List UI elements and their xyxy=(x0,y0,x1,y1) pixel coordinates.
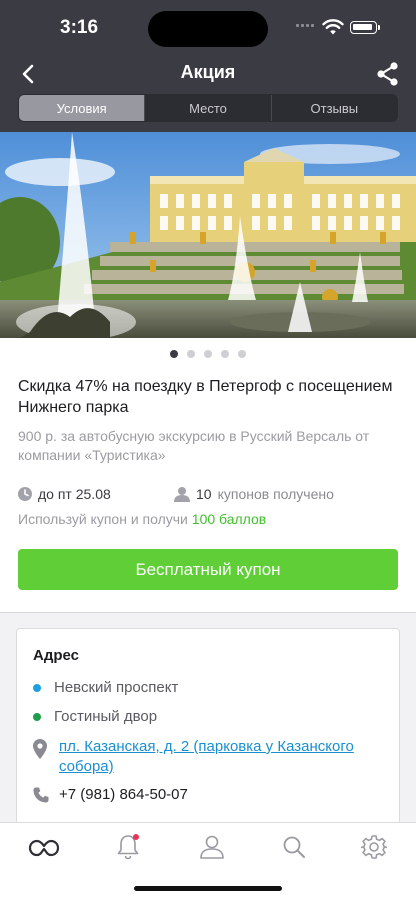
battery-tip xyxy=(378,25,380,30)
bonus-info: Используй купон и получи 100 баллов xyxy=(18,511,266,527)
screen: 3:16 Акция Условия Место Отзывы Скидка 4… xyxy=(0,0,416,900)
search-icon xyxy=(283,836,305,858)
offer-date-text: до пт 25.08 xyxy=(38,486,111,502)
offer-card: Скидка 47% на поездку в Петергоф с посещ… xyxy=(0,338,416,613)
share-icon xyxy=(377,62,398,86)
page-title: Акция xyxy=(180,62,236,82)
page-dot-4[interactable] xyxy=(221,350,229,358)
tab-conditions[interactable]: Условия xyxy=(19,95,145,121)
gallery-pagination xyxy=(0,350,416,358)
metro-station-1: Невский проспект xyxy=(33,679,178,696)
coupons-text: купонов получено xyxy=(217,486,334,502)
phone-icon xyxy=(33,787,49,802)
coupons-received: 10 купонов получено xyxy=(174,486,334,502)
tab-notifications[interactable] xyxy=(112,833,144,861)
address-title: Адрес xyxy=(33,647,80,664)
peterhof-photo xyxy=(0,132,416,338)
bonus-prefix: Используй купон и получи xyxy=(18,511,188,527)
status-time: 3:16 xyxy=(60,17,99,38)
phone-number: +7 (981) 864-50-07 xyxy=(59,786,188,803)
free-coupon-button[interactable]: Бесплатный купон xyxy=(18,549,398,590)
bonus-value: 100 баллов xyxy=(191,511,267,527)
map-pin-icon xyxy=(33,739,47,759)
battery-icon xyxy=(350,21,377,34)
tab-search[interactable] xyxy=(278,833,310,861)
tab-reviews[interactable]: Отзывы xyxy=(270,95,397,121)
offer-date: до пт 25.08 xyxy=(18,486,111,502)
phone-row[interactable]: +7 (981) 864-50-07 xyxy=(33,786,188,803)
address-card: Адрес Невский проспект Гостиный двор пл.… xyxy=(16,628,400,838)
tab-settings[interactable] xyxy=(358,833,390,861)
page-dot-5[interactable] xyxy=(238,350,246,358)
offer-title: Скидка 47% на поездку в Петергоф с посещ… xyxy=(18,378,393,416)
coupons-count: 10 xyxy=(196,486,212,502)
person-icon xyxy=(174,487,190,502)
metro-station-name: Невский проспект xyxy=(54,679,179,696)
metro-station-2: Гостиный двор xyxy=(33,708,157,725)
dynamic-island xyxy=(148,11,268,47)
gear-icon xyxy=(361,835,387,859)
page-dot-3[interactable] xyxy=(204,350,212,358)
address-link[interactable]: пл. Казанская, д. 2 (парковка у Казанско… xyxy=(59,737,389,777)
notification-badge xyxy=(133,834,139,840)
page-dot-1[interactable] xyxy=(170,350,178,358)
profile-icon xyxy=(200,835,224,859)
home-indicator xyxy=(134,886,282,891)
signal-icon xyxy=(296,24,314,27)
offer-subtitle: 900 р. за автобусную экскурсию в Русский… xyxy=(18,428,370,463)
logo-icon xyxy=(28,839,60,857)
tab-place[interactable]: Место xyxy=(144,95,270,121)
metro-line-dot xyxy=(33,683,41,692)
segmented-tabs: Условия Место Отзывы xyxy=(18,94,398,122)
share-button[interactable] xyxy=(374,60,402,88)
metro-line-dot xyxy=(33,712,41,721)
wifi-icon xyxy=(322,19,344,35)
tab-profile[interactable] xyxy=(196,833,228,861)
metro-station-name: Гостиный двор xyxy=(54,708,158,725)
hero-image[interactable] xyxy=(0,132,416,338)
clock-icon xyxy=(18,487,32,501)
page-dot-2[interactable] xyxy=(187,350,195,358)
header: 3:16 Акция Условия Место Отзывы xyxy=(0,0,416,132)
tab-home[interactable] xyxy=(28,833,60,861)
address-row: пл. Казанская, д. 2 (парковка у Казанско… xyxy=(33,737,389,777)
